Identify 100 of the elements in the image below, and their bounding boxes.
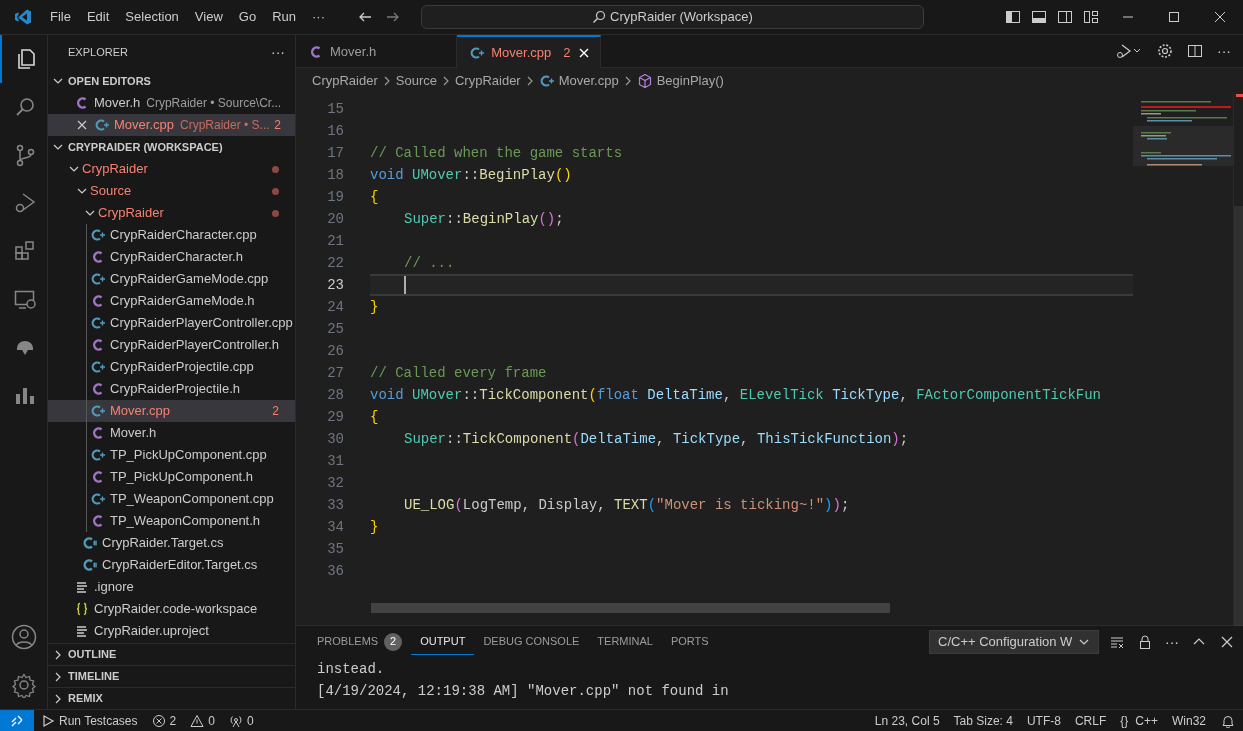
open-editor-item[interactable]: Mover.h CrypRaider • Source\Cr... xyxy=(48,92,295,114)
status-item[interactable]: Ln 23, Col 5 xyxy=(867,711,947,730)
menu-item[interactable]: Run xyxy=(264,7,304,27)
breadcrumb-item[interactable]: CrypRaider xyxy=(312,71,378,91)
tree-item[interactable]: CrypRaider.uproject xyxy=(48,620,295,642)
tree-item[interactable]: CrypRaiderEditor.Target.cs xyxy=(48,554,295,576)
menu-item[interactable]: File xyxy=(42,7,79,27)
toggle-sidebar-icon[interactable] xyxy=(1005,9,1021,25)
settings-icon[interactable] xyxy=(1157,43,1173,59)
cpp-file-icon xyxy=(469,44,486,61)
line-number: 35 xyxy=(326,539,344,559)
editor-tab[interactable]: Mover.cpp 2 xyxy=(457,35,602,68)
account-icon[interactable] xyxy=(10,624,37,650)
tree-item[interactable]: CrypRaiderGameMode.h xyxy=(48,290,295,312)
toggle-panel-icon[interactable] xyxy=(1031,9,1047,25)
cpp-file-icon xyxy=(90,403,106,419)
tree-item[interactable]: Source xyxy=(48,180,295,202)
code-line: UE_LOG(LogTemp, Display, TEXT("Mover is ticking~!")); xyxy=(404,495,850,515)
channel-dropdown[interactable]: C/C++ Configuration W xyxy=(929,630,1099,654)
line-number: 34 xyxy=(326,517,344,537)
breadcrumb-item[interactable]: Source xyxy=(395,71,437,91)
tree-item[interactable]: Mover.h xyxy=(48,422,295,444)
more-actions-icon[interactable]: ··· xyxy=(1217,40,1231,62)
tree-item[interactable]: .ignore xyxy=(48,576,295,598)
status-item[interactable]: C++ xyxy=(1128,711,1165,730)
toggle-secondary-sidebar-icon[interactable] xyxy=(1057,9,1073,25)
horizontal-scrollbar[interactable] xyxy=(371,603,890,613)
tree-item[interactable]: TP_WeaponComponent.h xyxy=(48,510,295,532)
tree-item[interactable]: CrypRaiderPlayerController.cpp xyxy=(48,312,295,334)
code-line: void UMover::BeginPlay() xyxy=(370,165,572,185)
line-number: 30 xyxy=(326,429,344,449)
panel-tab[interactable]: TERMINAL xyxy=(588,629,662,655)
tree-item[interactable]: TP_PickUpComponent.h xyxy=(48,466,295,488)
status-item[interactable]: 0 xyxy=(221,711,261,730)
line-number: 15 xyxy=(326,99,344,119)
sidebar-title: EXPLORER xyxy=(68,45,128,61)
breadcrumb-item[interactable]: BeginPlay() xyxy=(636,71,724,91)
remote-icon xyxy=(10,713,24,728)
panel-tab[interactable]: DEBUG CONSOLE xyxy=(474,629,589,655)
settings-icon[interactable] xyxy=(10,672,37,698)
menu-item[interactable]: Selection xyxy=(117,7,187,27)
panel-tab[interactable]: OUTPUT xyxy=(411,629,475,655)
bell-icon[interactable] xyxy=(1221,713,1235,728)
menu-item[interactable]: Go xyxy=(230,7,265,27)
more-actions-icon[interactable]: ··· xyxy=(1165,631,1179,653)
status-item[interactable]: 2 xyxy=(144,711,184,730)
line-number: 33 xyxy=(326,495,344,515)
menu-item[interactable]: View xyxy=(186,7,231,27)
braces-icon xyxy=(74,601,90,617)
panel-tab[interactable]: PROBLEMS 2 xyxy=(308,629,412,655)
status-item[interactable]: CRLF xyxy=(1067,711,1114,730)
line-number: 19 xyxy=(326,187,344,207)
csharp-file-icon xyxy=(82,557,98,573)
line-number: 27 xyxy=(326,363,344,383)
status-item[interactable]: Win32 xyxy=(1165,711,1213,730)
breadcrumb-item[interactable]: CrypRaider xyxy=(454,71,521,91)
tree-item[interactable]: Mover.cpp 2 xyxy=(48,400,295,422)
section-header[interactable]: CRYPRAIDER (WORKSPACE) xyxy=(48,136,295,158)
status-item[interactable]: Tab Size: 4 xyxy=(946,711,1020,730)
cpp-file-icon xyxy=(90,227,106,243)
code-line: // Called every frame xyxy=(370,363,547,383)
layout-icon[interactable] xyxy=(1083,9,1099,25)
line-number: 21 xyxy=(326,231,344,251)
section-header[interactable]: OUTLINE xyxy=(48,643,295,665)
tree-item[interactable]: CrypRaiderProjectile.h xyxy=(48,378,295,400)
tree-item[interactable]: CrypRaider.Target.cs xyxy=(48,532,295,554)
tree-item[interactable]: CrypRaider.code-workspace xyxy=(48,598,295,620)
lock-icon[interactable] xyxy=(1137,634,1153,650)
tree-item[interactable]: TP_WeaponComponent.cpp xyxy=(48,488,295,510)
tree-item[interactable]: TP_PickUpComponent.cpp xyxy=(48,444,295,466)
tree-item[interactable]: CrypRaider xyxy=(48,158,295,180)
section-header[interactable]: TIMELINE xyxy=(48,665,295,687)
close-icon[interactable] xyxy=(76,119,88,131)
breadcrumb-item[interactable]: Mover.cpp xyxy=(538,71,619,91)
close-icon[interactable] xyxy=(1219,634,1235,650)
vertical-scrollbar[interactable] xyxy=(1234,206,1243,626)
clear-output-icon[interactable] xyxy=(1109,634,1125,650)
tree-item[interactable]: CrypRaiderPlayerController.h xyxy=(48,334,295,356)
tree-item[interactable]: CrypRaiderCharacter.h xyxy=(48,246,295,268)
more-actions-icon[interactable]: ··· xyxy=(271,42,285,63)
run-debug-icon[interactable] xyxy=(1115,43,1143,59)
remote-button[interactable] xyxy=(0,709,34,731)
status-item[interactable]: 0 xyxy=(183,711,222,730)
status-item[interactable]: Run Testcases xyxy=(34,711,145,730)
section-header[interactable]: OPEN EDITORS xyxy=(48,70,295,92)
command-center[interactable]: CrypRaider (Workspace) xyxy=(421,5,924,29)
tree-item[interactable]: CrypRaiderProjectile.cpp xyxy=(48,356,295,378)
braces-icon[interactable]: {} xyxy=(1113,711,1129,730)
extensions-icon[interactable] xyxy=(12,239,37,263)
panel-tab[interactable]: PORTS xyxy=(661,629,718,655)
line-number: 25 xyxy=(326,319,344,339)
status-item[interactable]: UTF-8 xyxy=(1019,711,1068,730)
editor-tab[interactable]: Mover.h xyxy=(296,35,458,68)
tree-item[interactable]: CrypRaiderCharacter.cpp xyxy=(48,224,295,246)
tree-item[interactable]: CrypRaiderGameMode.cpp xyxy=(48,268,295,290)
menu-item[interactable]: ··· xyxy=(304,7,333,27)
menu-item[interactable]: Edit xyxy=(78,7,118,27)
open-editor-item[interactable]: Mover.cpp CrypRaider • S... 2 xyxy=(48,114,295,136)
split-editor-icon[interactable] xyxy=(1187,43,1203,59)
tree-item[interactable]: CrypRaider xyxy=(48,202,295,224)
